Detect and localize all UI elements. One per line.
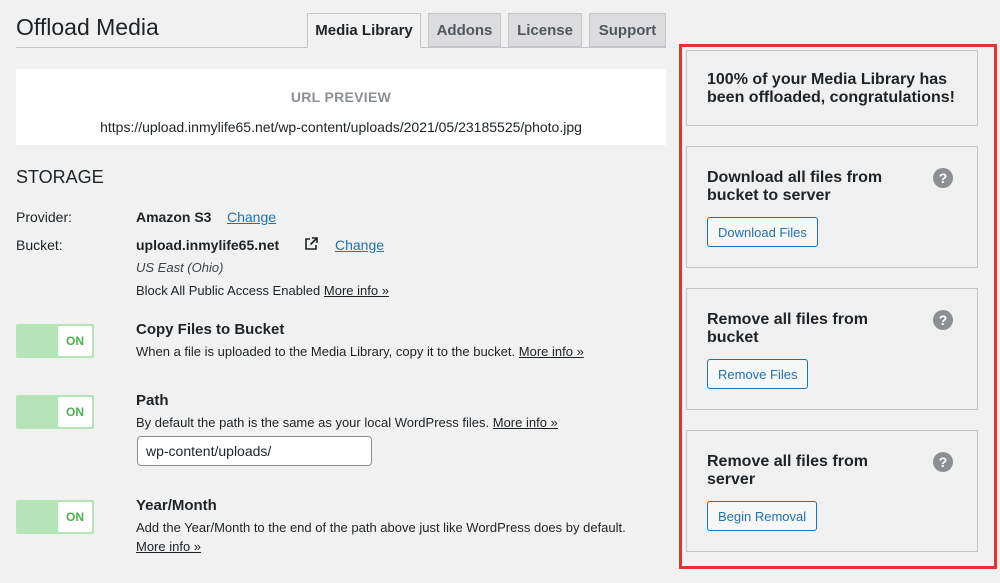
copy-files-more-link[interactable]: More info » <box>519 344 584 359</box>
year-month-more-link[interactable]: More info » <box>136 539 201 554</box>
download-card-line1: Download all files from <box>707 169 883 186</box>
remove-server-card: Remove all files from server ? Begin Rem… <box>686 430 978 552</box>
tab-support[interactable]: Support <box>589 13 666 47</box>
offload-status-line2: been offloaded, congratulations! <box>707 89 956 106</box>
toggle-state-label: ON <box>66 405 84 419</box>
tab-media-library[interactable]: Media Library <box>307 13 421 48</box>
remove-server-line1: Remove all files from <box>707 453 868 470</box>
storage-heading: STORAGE <box>16 167 104 187</box>
url-preview-heading: URL PREVIEW <box>290 89 392 105</box>
toggle-state-label: ON <box>66 334 84 348</box>
tab-addons[interactable]: Addons <box>428 13 501 47</box>
remove-bucket-card: Remove all files from bucket ? Remove Fi… <box>686 288 978 410</box>
provider-value: Amazon S3 <box>136 209 212 225</box>
remove-files-button[interactable]: Remove Files <box>707 359 809 389</box>
block-public-access-text: Block All Public Access Enabled More inf… <box>136 283 389 298</box>
provider-label: Provider: <box>16 209 73 225</box>
provider-change-link[interactable]: Change <box>227 209 276 225</box>
download-card-line2: bucket to server <box>707 187 831 204</box>
copy-files-title: Copy Files to Bucket <box>136 321 285 338</box>
remove-server-line2: server <box>707 471 756 488</box>
url-preview-url: https://upload.inmylife65.net/wp-content… <box>100 119 582 135</box>
path-toggle[interactable]: ON <box>16 395 94 429</box>
offload-status-line1: 100% of your Media Library has <box>707 71 948 88</box>
toggle-state-label: ON <box>66 510 84 524</box>
remove-bucket-line2: bucket <box>707 329 759 346</box>
path-desc-text: By default the path is the same as your … <box>136 415 490 430</box>
url-preview-panel: URL PREVIEW https://upload.inmylife65.ne… <box>16 69 666 145</box>
tab-license[interactable]: License <box>508 13 582 47</box>
block-public-access-more-link[interactable]: More info » <box>324 283 389 298</box>
copy-files-desc-text: When a file is uploaded to the Media Lib… <box>136 344 516 359</box>
block-public-access-label: Block All Public Access Enabled <box>136 283 321 298</box>
help-icon[interactable]: ? <box>933 452 953 472</box>
copy-files-description: When a file is uploaded to the Media Lib… <box>136 344 584 359</box>
download-files-button[interactable]: Download Files <box>707 217 818 247</box>
copy-files-toggle[interactable]: ON <box>16 324 94 358</box>
bucket-change-link[interactable]: Change <box>335 237 384 253</box>
path-input[interactable] <box>137 436 372 466</box>
remove-bucket-line1: Remove all files from <box>707 311 868 328</box>
begin-removal-button[interactable]: Begin Removal <box>707 501 818 531</box>
path-description: By default the path is the same as your … <box>136 415 558 430</box>
help-icon[interactable]: ? <box>933 168 953 188</box>
offload-status-card: 100% of your Media Library has been offl… <box>686 50 978 126</box>
bucket-value: upload.inmylife65.net <box>136 237 280 253</box>
year-month-toggle[interactable]: ON <box>16 500 94 534</box>
download-files-card: Download all files from bucket to server… <box>686 146 978 268</box>
external-link-icon[interactable] <box>303 236 319 252</box>
help-icon[interactable]: ? <box>933 310 953 330</box>
bucket-region: US East (Ohio) <box>136 260 224 275</box>
page-title: Offload Media <box>16 14 159 40</box>
path-more-link[interactable]: More info » <box>493 415 558 430</box>
path-title: Path <box>136 392 169 409</box>
bucket-label: Bucket: <box>16 237 63 253</box>
year-month-description: Add the Year/Month to the end of the pat… <box>136 520 626 535</box>
year-month-title: Year/Month <box>136 497 217 514</box>
